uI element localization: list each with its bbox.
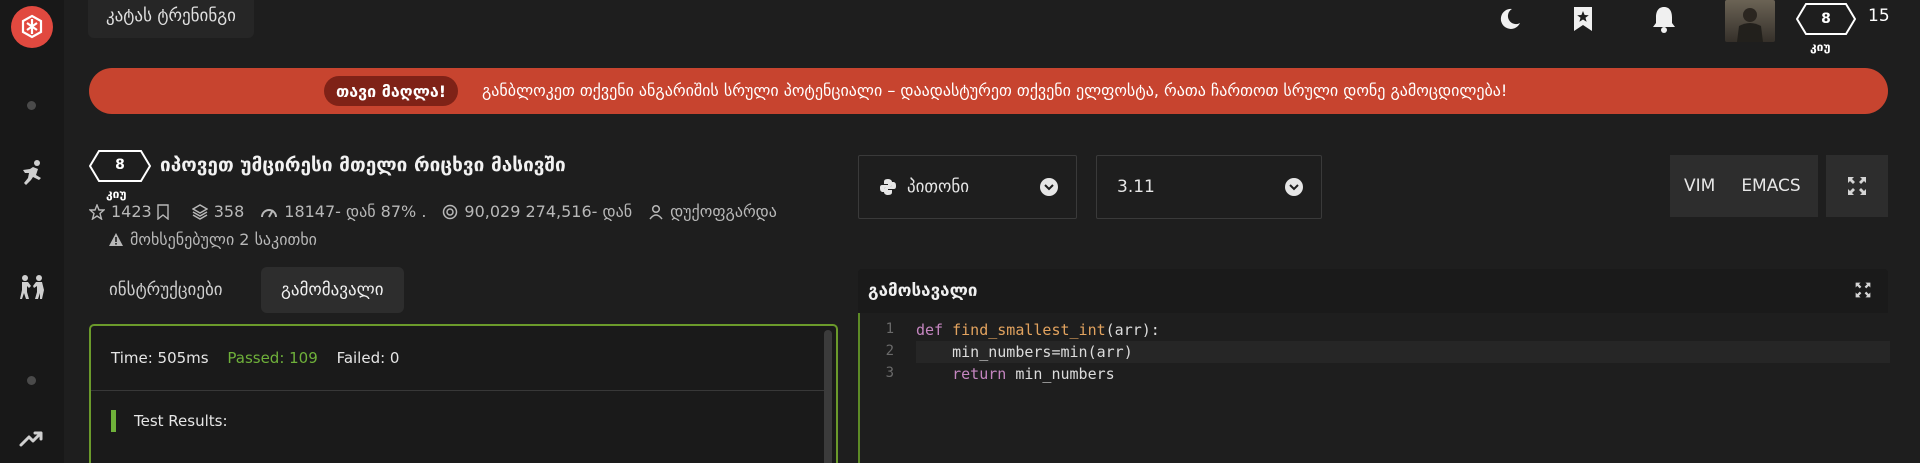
code-keyword: def <box>916 321 953 339</box>
code-text: (arr): <box>1105 321 1160 339</box>
solution-header: გამოსავალი <box>858 269 1888 313</box>
layers-icon <box>191 203 208 220</box>
line-gutter: 1 2 3 <box>860 313 910 463</box>
banner-text[interactable]: განბლოკეთ თქვენი ანგარიშის სრული პოტენცი… <box>482 81 1507 100</box>
divider <box>91 390 826 391</box>
sidebar <box>0 0 64 463</box>
chevron-down-icon <box>1040 178 1058 196</box>
banner-pill: თავი მაღლა! <box>324 76 459 106</box>
test-failed: Failed: 0 <box>336 349 400 367</box>
kata-training-button[interactable]: კატას ტრენინგი <box>88 0 254 38</box>
kumite-icon[interactable] <box>16 271 48 303</box>
stars-count: 1423 <box>111 202 152 221</box>
bookmark-star-icon[interactable] <box>1566 2 1600 36</box>
verify-email-banner: თავი მაღლა! განბლოკეთ თქვენი ანგარიშის ს… <box>89 68 1888 114</box>
code-editor[interactable]: 1 2 3 def find_smallest_int (arr): min_nu… <box>858 313 1890 463</box>
user-rank-label: კიუ <box>1810 40 1831 54</box>
practice-icon[interactable] <box>16 157 48 189</box>
code-line[interactable]: def find_smallest_int (arr): <box>916 319 1160 341</box>
app-root: კატას ტრენინგი 8 კიუ 15 თავი მაღლა! განბ… <box>0 0 1920 463</box>
attempts-count: 90,029 274,516- დან <box>464 202 633 221</box>
test-time: Time: 505ms <box>111 349 209 367</box>
chevron-down-icon <box>1285 178 1303 196</box>
star-icon <box>89 203 105 220</box>
solution-title: გამოსავალი <box>868 281 978 301</box>
issues-text: მოხსენებული 2 საკითხი <box>130 230 317 249</box>
output-scrollbar[interactable] <box>824 330 832 463</box>
sidebar-dot <box>27 376 36 385</box>
completion-rate: 18147- დან 87% . <box>284 202 427 221</box>
avatar[interactable] <box>1725 0 1775 42</box>
issues-link[interactable]: მოხსენებული 2 საკითხი <box>108 230 317 249</box>
tab-instructions[interactable]: ინსტრუქციები <box>89 267 243 313</box>
user-icon <box>649 204 663 219</box>
codewars-logo-icon[interactable] <box>11 6 53 48</box>
bookmark-icon <box>157 203 169 220</box>
test-results-label[interactable]: Test Results: <box>111 410 228 432</box>
code-text: min_numbers=min(arr) <box>916 343 1133 361</box>
expand-icon[interactable] <box>1854 281 1872 303</box>
stars-stat[interactable]: 1423 <box>89 202 176 221</box>
tab-output[interactable]: გამომავალი <box>261 267 404 313</box>
version-select[interactable]: 3.11 <box>1096 155 1322 219</box>
editor-mode-group: VIM EMACS <box>1670 155 1818 217</box>
attempts-stat: 90,029 274,516- დან <box>442 202 632 221</box>
trending-icon[interactable] <box>16 422 48 454</box>
code-keyword: return <box>916 365 1016 383</box>
sidebar-dot <box>27 101 36 110</box>
fullscreen-button[interactable] <box>1826 155 1888 217</box>
kata-rank-value: 8 <box>115 157 125 173</box>
bell-icon[interactable] <box>1647 2 1681 36</box>
language-select[interactable]: პითონი <box>858 155 1077 219</box>
code-function-name: find_smallest_int <box>952 321 1106 339</box>
emacs-button[interactable]: EMACS <box>1741 176 1800 196</box>
moon-icon[interactable] <box>1493 2 1527 36</box>
collections-count: 358 <box>213 202 245 221</box>
test-summary: Time: 505ms Passed: 109 Failed: 0 <box>111 349 399 367</box>
gauge-icon <box>261 208 278 217</box>
kata-rank-label: კიუ <box>106 187 127 201</box>
line-number: 3 <box>885 365 894 381</box>
honor-count: 15 <box>1868 6 1890 26</box>
user-rank-value: 8 <box>1821 11 1831 27</box>
target-icon <box>443 204 458 219</box>
completion-stat: 18147- დან 87% . <box>260 202 426 221</box>
python-icon <box>880 179 896 195</box>
user-rank-badge[interactable]: 8 <box>1796 3 1856 35</box>
collections-stat: 358 <box>191 202 245 221</box>
test-passed: Passed: 109 <box>227 349 318 367</box>
vim-button[interactable]: VIM <box>1684 176 1715 196</box>
output-panel: Time: 505ms Passed: 109 Failed: 0 Test R… <box>89 324 838 463</box>
code-line[interactable]: min_numbers=min(arr) <box>916 341 1890 363</box>
language-value: პითონი <box>907 177 970 197</box>
version-value: 3.11 <box>1117 177 1155 197</box>
line-number: 2 <box>885 343 894 359</box>
code-text: min_numbers <box>1015 365 1115 383</box>
expand-icon <box>1848 177 1866 195</box>
kata-stats: 1423 358 18147- დან 87% . 90,029 274,516… <box>89 202 793 221</box>
warning-icon <box>109 233 123 246</box>
author-stat[interactable]: დუქოფგარდა <box>648 202 777 221</box>
code-line[interactable]: return min_numbers <box>916 363 1115 385</box>
line-number: 1 <box>885 321 894 337</box>
author-name: დუქოფგარდა <box>670 202 777 221</box>
kata-title: იპოვეთ უმცირესი მთელი რიცხვი მასივში <box>160 154 566 176</box>
kata-rank-badge: 8 <box>88 150 152 186</box>
